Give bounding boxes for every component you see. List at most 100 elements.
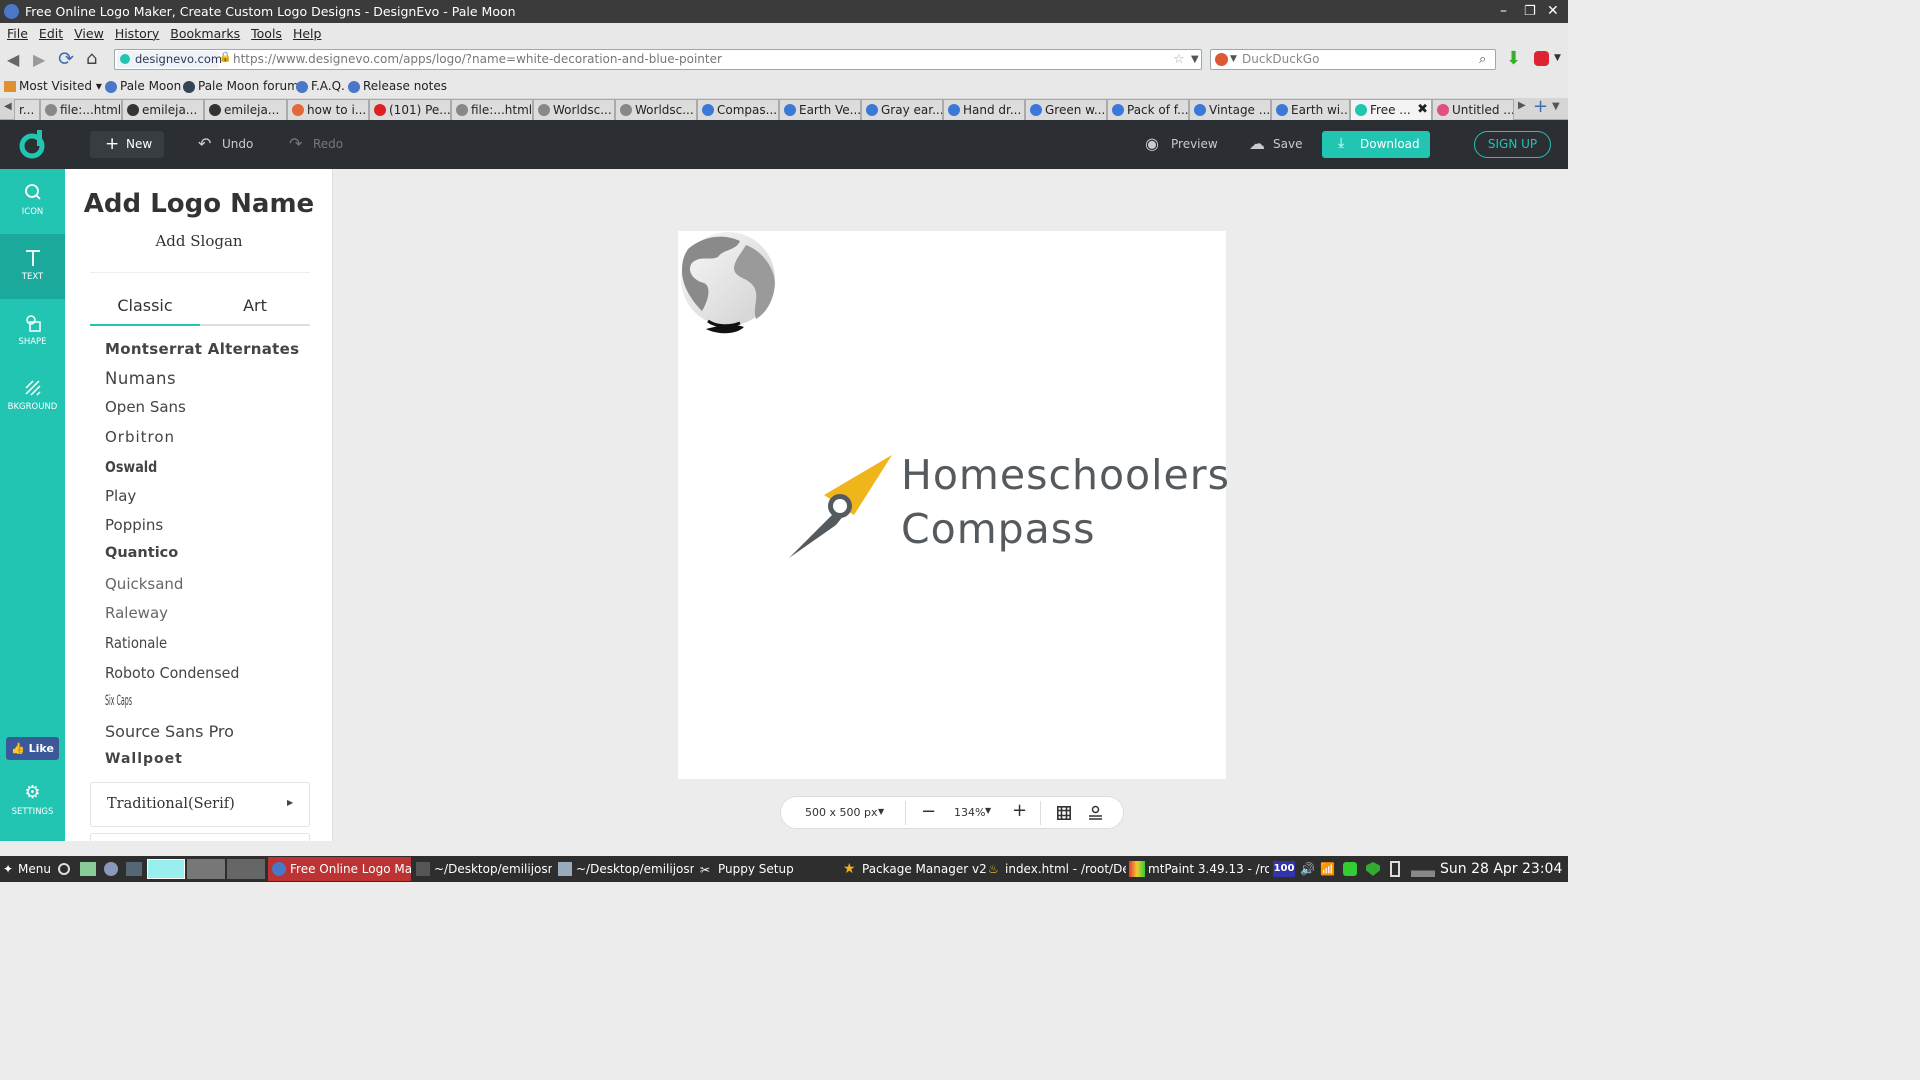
desktop-icon[interactable] (80, 862, 96, 876)
font-poppins[interactable]: Poppins (105, 516, 163, 534)
tab-item[interactable]: Untitled ... (1432, 99, 1514, 120)
search-icon[interactable]: ⌕ (1479, 50, 1486, 69)
tab-item[interactable]: (101) Pe... (369, 99, 451, 120)
close-tab-icon[interactable]: ✖ (1417, 100, 1428, 120)
tab-item[interactable]: Worldsc... (615, 99, 697, 120)
grid-icon[interactable] (1057, 806, 1071, 820)
font-play[interactable]: Play (105, 487, 136, 505)
sidebar-item-icon[interactable]: ICON (0, 169, 65, 234)
terminal-launcher-icon[interactable] (126, 862, 142, 876)
font-roboto-condensed[interactable]: Roboto Condensed (105, 664, 239, 682)
network-wifi-icon[interactable]: 📶 (1320, 856, 1335, 882)
download-button[interactable]: ⤓ Download (1322, 131, 1430, 158)
close-window-icon[interactable]: ✕ (1547, 0, 1559, 23)
cpu-monitor-badge[interactable]: 100 (1273, 861, 1295, 877)
compass-pointer-icon[interactable] (786, 453, 896, 561)
menu-history[interactable]: History (115, 26, 159, 41)
adblock-icon[interactable] (1534, 51, 1549, 66)
zoom-level-select[interactable]: 134% (954, 806, 985, 819)
category-item[interactable] (90, 833, 310, 841)
taskbar-item-file-manager[interactable]: ~/Desktop/emilijosnau (556, 857, 694, 881)
tab-list-dropdown-icon[interactable]: ▼ (1552, 101, 1560, 112)
globe-icon[interactable] (678, 231, 778, 337)
tab-item[interactable]: file:...html (40, 99, 122, 120)
bookmark-release-notes[interactable]: Release notes (363, 75, 447, 98)
menu-tools[interactable]: Tools (251, 26, 282, 41)
tab-item[interactable]: Gray ear... (861, 99, 943, 120)
tab-item[interactable]: r... (14, 99, 40, 120)
tab-item[interactable]: file:...html (451, 99, 533, 120)
font-rationale[interactable]: Rationale (105, 634, 167, 652)
search-input[interactable]: DuckDuckGo (1242, 50, 1319, 69)
home-icon[interactable]: ⌂ (86, 48, 97, 69)
tab-item[interactable]: Earth Ve... (779, 99, 861, 120)
font-raleway[interactable]: Raleway (105, 604, 168, 622)
font-quantico[interactable]: Quantico (105, 545, 178, 561)
taskbar-item-package-manager[interactable]: ★ Package Manager v2.1 (841, 857, 987, 881)
tab-item[interactable]: Green w... (1025, 99, 1107, 120)
font-open-sans[interactable]: Open Sans (105, 398, 186, 416)
battery-icon[interactable] (1390, 861, 1400, 877)
bookmark-most-visited[interactable]: Most Visited ▾ (19, 75, 102, 98)
taskbar-item-editor[interactable]: ♨ index.html - /root/Desk (986, 857, 1126, 881)
workspace-2[interactable] (187, 859, 225, 879)
tab-classic[interactable]: Classic (90, 296, 200, 315)
tab-item[interactable]: Pack of f... (1107, 99, 1189, 120)
font-oswald[interactable]: Oswald (105, 458, 157, 476)
new-tab-icon[interactable]: + (1533, 96, 1548, 117)
font-wallpoet[interactable]: Wallpoet (105, 751, 183, 767)
tab-item[interactable]: how to i... (287, 99, 369, 120)
reload-icon[interactable]: ⟳ (58, 48, 74, 70)
menu-edit[interactable]: Edit (39, 26, 63, 41)
tab-item[interactable]: Compas... (697, 99, 779, 120)
menu-file[interactable]: File (7, 26, 28, 41)
sidebar-item-shape[interactable]: SHAPE (0, 299, 65, 364)
category-traditional-serif[interactable]: Traditional(Serif) ▶ (90, 782, 310, 827)
align-center-icon[interactable] (1088, 805, 1103, 820)
zoom-dropdown-icon[interactable]: ▼ (985, 806, 991, 815)
preview-button[interactable]: ◉ Preview (1145, 131, 1218, 158)
search-icon[interactable] (58, 863, 70, 875)
size-dropdown-icon[interactable]: ▼ (878, 807, 884, 816)
font-source-sans-pro[interactable]: Source Sans Pro (105, 722, 234, 741)
back-icon[interactable]: ◀ (7, 50, 19, 69)
logo-name-text[interactable]: Homeschoolers (901, 451, 1230, 499)
signup-button[interactable]: SIGN UP (1474, 131, 1551, 158)
workspace-3[interactable] (227, 859, 265, 879)
zoom-out-icon[interactable]: − (921, 801, 936, 822)
bookmark-pale-moon-forum[interactable]: Pale Moon forum (198, 75, 299, 98)
logo-artboard[interactable]: Homeschoolers Compass (678, 231, 1229, 779)
font-six-caps[interactable]: Six Caps (105, 693, 132, 709)
address-bar[interactable]: designevo.com 🔒 https://www.designevo.co… (114, 49, 1202, 70)
bookmark-star-icon[interactable]: ☆ (1173, 50, 1185, 69)
tab-item[interactable]: Earth wi... (1271, 99, 1350, 120)
menu-view[interactable]: View (74, 26, 104, 41)
add-logo-name-button[interactable]: Add Logo Name (65, 189, 332, 219)
shield-icon[interactable] (1366, 862, 1380, 876)
tab-art[interactable]: Art (200, 296, 310, 315)
taskbar-item-browser[interactable]: Free Online Logo Make (268, 857, 411, 881)
font-numans[interactable]: Numans (105, 369, 176, 388)
tab-scroll-left-icon[interactable]: ◀ (4, 101, 12, 112)
bookmark-faq[interactable]: F.A.Q. (311, 75, 345, 98)
settings-button[interactable]: ⚙ SETTINGS (0, 769, 65, 834)
facebook-like-button[interactable]: 👍 Like (6, 737, 59, 760)
designevo-logo-icon[interactable] (18, 130, 48, 160)
menu-help[interactable]: Help (293, 26, 322, 41)
tab-scroll-right-icon[interactable]: ▶ (1518, 100, 1526, 111)
browser-launcher-icon[interactable] (104, 862, 118, 876)
url-text[interactable]: https://www.designevo.com/apps/logo/?nam… (233, 50, 722, 69)
font-montserrat-alternates[interactable]: Montserrat Alternates (105, 340, 299, 358)
search-bar[interactable]: ▼ DuckDuckGo ⌕ (1210, 49, 1496, 70)
url-dropdown-icon[interactable]: ▼ (1191, 50, 1199, 69)
tab-active[interactable]: Free ... ✖ (1350, 99, 1432, 120)
bookmark-pale-moon[interactable]: Pale Moon (120, 75, 181, 98)
font-quicksand[interactable]: Quicksand (105, 575, 183, 593)
sidebar-item-background[interactable]: BKGROUND (0, 364, 65, 429)
zoom-in-icon[interactable]: + (1012, 800, 1027, 821)
start-menu-button[interactable]: Menu (18, 856, 51, 882)
canvas-size-select[interactable]: 500 x 500 px (805, 806, 877, 819)
sidebar-item-text[interactable]: TEXT (0, 234, 65, 299)
tab-item[interactable]: emileja... (204, 99, 287, 120)
maximize-icon[interactable]: ❐ (1524, 0, 1536, 23)
